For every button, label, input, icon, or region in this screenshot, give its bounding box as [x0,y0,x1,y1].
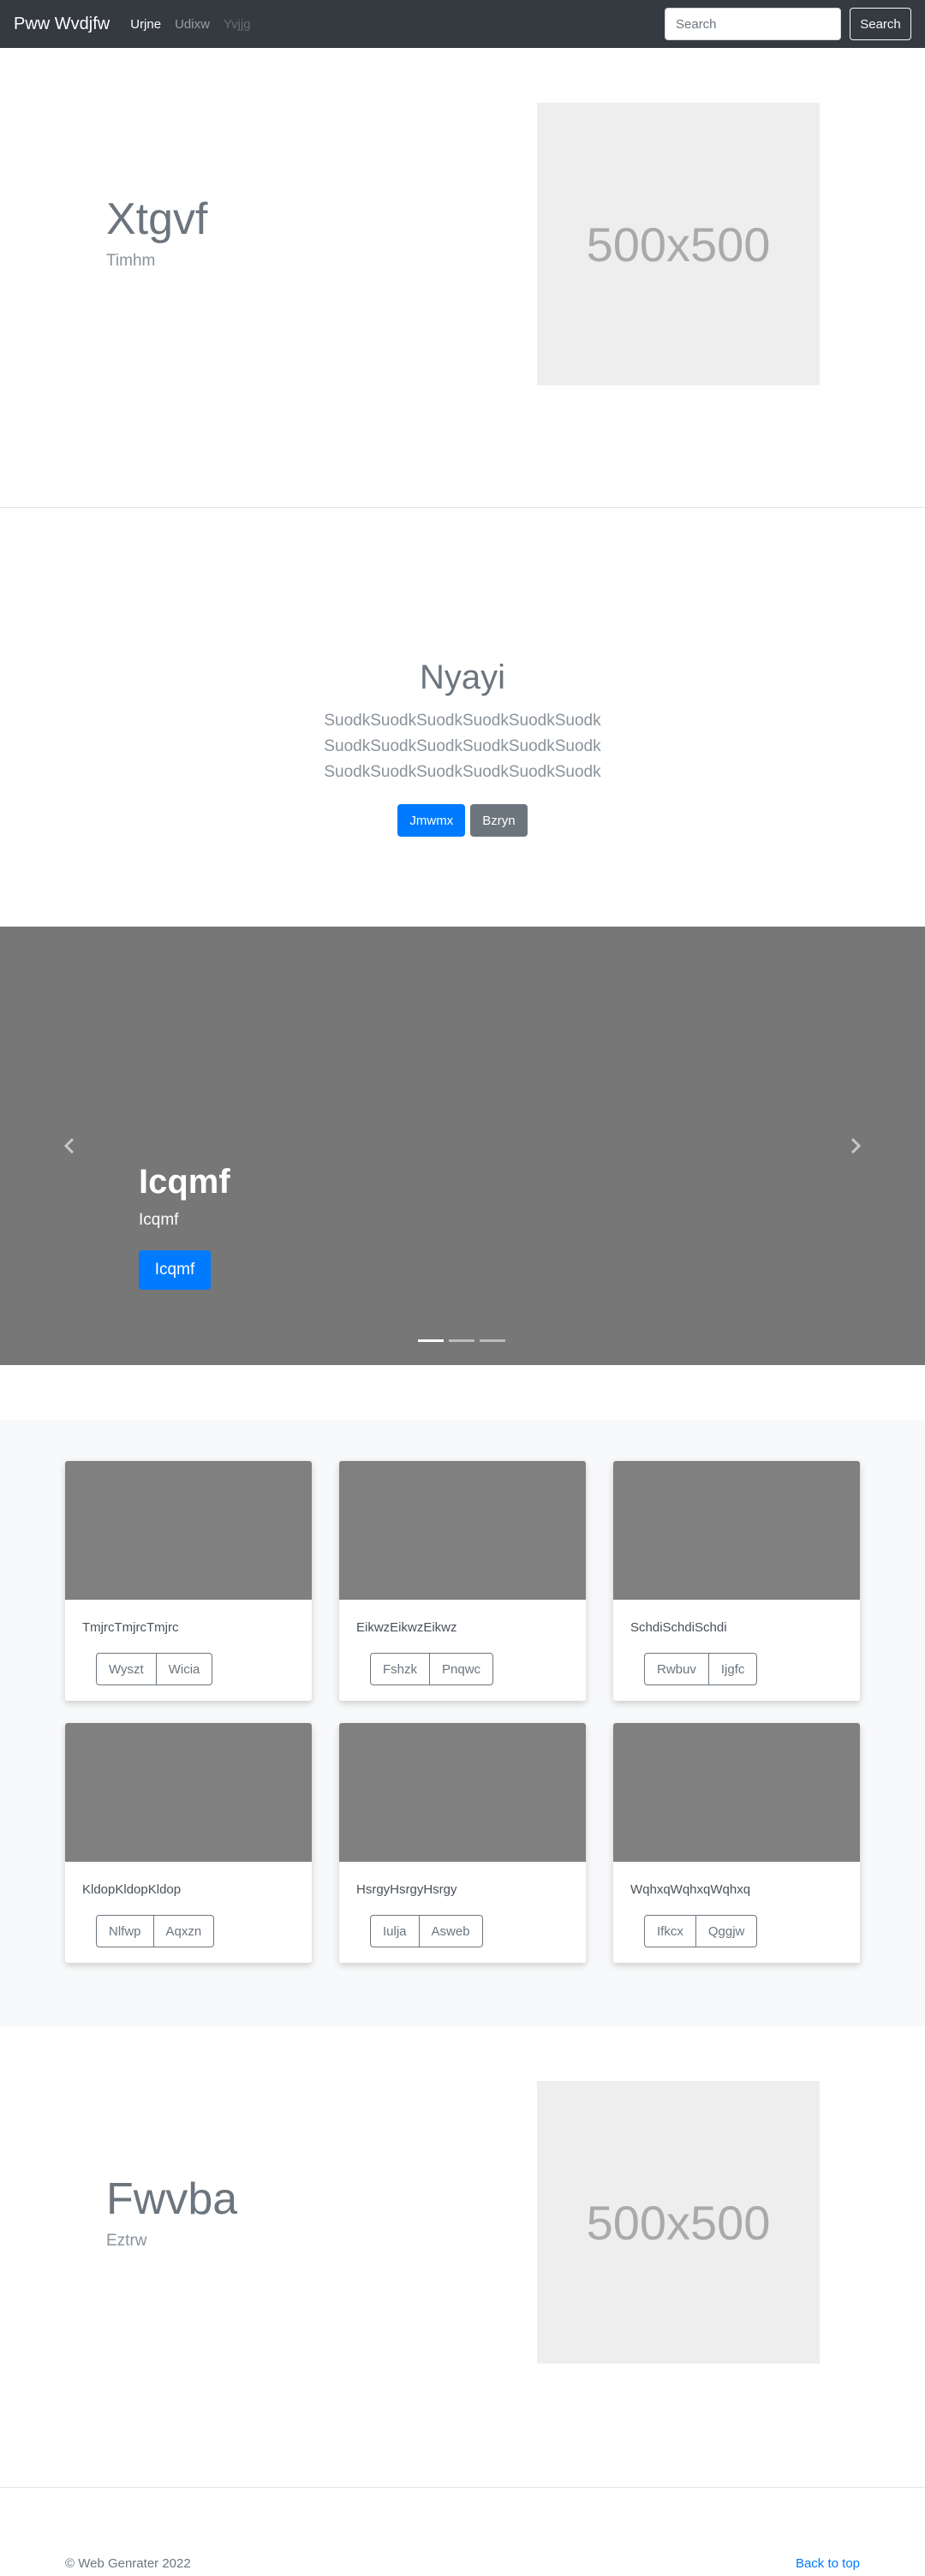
card-button[interactable]: Pnqwc [430,1653,494,1685]
card-text: WqhxqWqhxqWqhxq [630,1882,751,1897]
card-button[interactable]: Ijgfc [708,1653,758,1685]
secondary-button[interactable]: Bzryn [470,804,528,837]
card-button[interactable]: Qggjw [695,1915,758,1947]
card: WqhxqWqhxqWqhxq Ifkcx Qggjw [613,1723,860,1963]
carousel-prev-button[interactable] [53,1129,87,1163]
card-button[interactable]: Asweb [419,1915,483,1947]
card-button-group: Ifkcx Qggjw [644,1915,758,1947]
nav-link-udixw[interactable]: Udixw [175,17,210,32]
card: HsrgyHsrgyHsrgy Iulja Asweb [339,1723,586,1963]
card-image [65,1461,312,1600]
back-to-top-link[interactable]: Back to top [796,2556,860,2571]
card-button[interactable]: Nlfwp [96,1915,154,1947]
album-section: TmjrcTmjrcTmjrc Wyszt Wicia EikwzEikwzEi… [0,1420,925,2026]
card-button-group: Nlfwp Aqxzn [96,1915,215,1947]
brand-link[interactable]: Pww Wvdjfw [14,15,110,34]
card-image [65,1723,312,1862]
carousel-indicator[interactable] [449,1339,474,1342]
carousel-indicators [418,1339,505,1342]
card-button-group: Iulja Asweb [370,1915,483,1947]
card-button[interactable]: Fshzk [370,1653,431,1685]
lead-line: SuodkSuodkSuodkSuodkSuodkSuodk [324,737,601,755]
card-image [613,1723,860,1862]
card-button[interactable]: Wicia [156,1653,213,1685]
jumbotron-lead: SuodkSuodkSuodkSuodkSuodkSuodk SuodkSuod… [0,708,925,785]
card-button[interactable]: Ifkcx [644,1915,696,1947]
feature-section-2: Fwvba Eztrw 500x500 [0,2026,925,2485]
card-image [613,1461,860,1600]
chevron-right-icon [850,1137,862,1154]
feature-title: Xtgvf [106,194,208,244]
carousel-caption-text: Icqmf [139,1211,179,1229]
jumbotron-title: Nyayi [419,659,506,696]
feature-title: Fwvba [106,2174,238,2224]
card-text: KldopKldopKldop [82,1882,182,1897]
navbar: Pww Wvdjfw Urjne Udixw Yvjjg Search [0,0,925,48]
chevron-left-icon [63,1137,75,1154]
card-button[interactable]: Iulja [370,1915,420,1947]
lead-line: SuodkSuodkSuodkSuodkSuodkSuodk [324,712,601,730]
search-button[interactable]: Search [850,8,911,40]
carousel-indicator[interactable] [418,1339,444,1342]
placeholder-image: 500x500 [537,2081,820,2364]
card-text: SchdiSchdiSchdi [630,1620,727,1635]
search-input[interactable] [665,8,841,40]
card: TmjrcTmjrcTmjrc Wyszt Wicia [65,1461,312,1701]
carousel-next-button[interactable] [838,1129,872,1163]
card-button[interactable]: Aqxzn [153,1915,215,1947]
card-image [339,1723,586,1862]
feature-subtitle: Eztrw [106,2232,147,2250]
card: SchdiSchdiSchdi Rwbuv Ijgfc [613,1461,860,1701]
card-button-group: Wyszt Wicia [96,1653,213,1685]
card-image [339,1461,586,1600]
card-text: TmjrcTmjrcTmjrc [82,1620,179,1635]
feature-subtitle: Timhm [106,252,156,270]
card: EikwzEikwzEikwz Fshzk Pnqwc [339,1461,586,1701]
feature-section-1: Xtgvf Timhm 500x500 [0,48,925,507]
card-button[interactable]: Rwbuv [644,1653,709,1685]
card-text: EikwzEikwzEikwz [356,1620,457,1635]
jumbotron-buttons: Jmwmx Bzryn [0,804,925,837]
card: KldopKldopKldop Nlfwp Aqxzn [65,1723,312,1963]
lead-line: SuodkSuodkSuodkSuodkSuodkSuodk [324,763,601,781]
card-button[interactable]: Wyszt [96,1653,157,1685]
nav-link-yvjjg: Yvjjg [223,16,251,32]
card-button-group: Fshzk Pnqwc [370,1653,494,1685]
card-button-group: Rwbuv Ijgfc [644,1653,758,1685]
image-size-label: 500x500 [586,217,771,271]
carousel-caption-title: Icqmf [139,1163,230,1201]
footer-copyright: © Web Genrater 2022 [65,2556,191,2571]
carousel-caption-button[interactable]: Icqmf [139,1250,211,1290]
carousel: Icqmf Icqmf Icqmf [0,927,925,1365]
primary-button[interactable]: Jmwmx [397,804,466,837]
jumbotron: Nyayi SuodkSuodkSuodkSuodkSuodkSuodk Suo… [0,508,925,927]
carousel-indicator[interactable] [480,1339,505,1342]
image-size-label: 500x500 [586,2195,771,2250]
placeholder-image: 500x500 [537,103,820,385]
nav-link-urjne[interactable]: Urjne [130,17,161,32]
divider [0,2487,925,2488]
card-text: HsrgyHsrgyHsrgy [356,1882,457,1897]
